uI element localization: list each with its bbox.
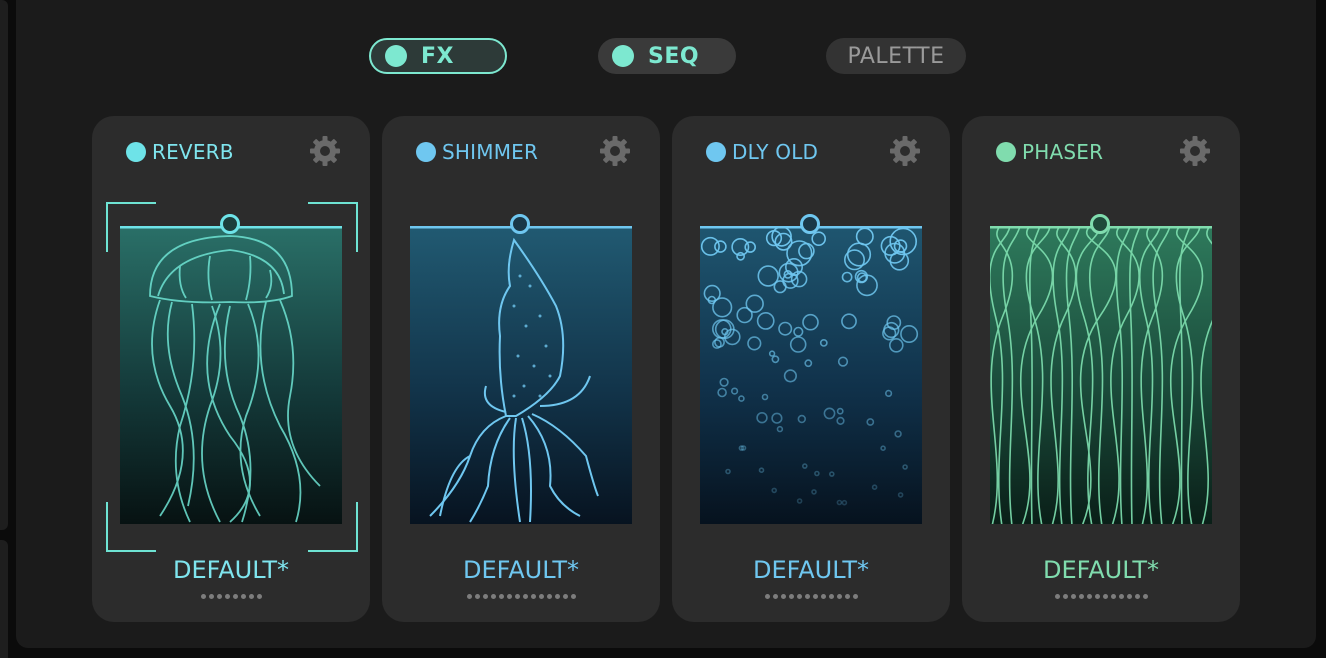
tab-seq[interactable]: SEQ	[598, 38, 736, 74]
preset-name[interactable]: DEFAULT*	[962, 556, 1240, 586]
preset-dot[interactable]	[1062, 594, 1068, 599]
preset-dot[interactable]	[538, 594, 544, 599]
left-panel-edge	[0, 0, 8, 530]
fx-name: DLY OLD	[732, 140, 819, 164]
fx-name: PHASER	[1022, 140, 1104, 164]
preset-dot[interactable]	[466, 594, 472, 599]
preset-dot[interactable]	[1078, 594, 1084, 599]
preset-dot[interactable]	[208, 594, 214, 599]
selection-bracket	[308, 202, 358, 252]
preset-dot[interactable]	[506, 594, 512, 599]
preset-page-dots[interactable]	[382, 594, 660, 602]
preset-dot[interactable]	[224, 594, 230, 599]
left-panel-edge-lower	[0, 540, 8, 658]
preset-dot[interactable]	[820, 594, 826, 599]
preset-dot[interactable]	[1102, 594, 1108, 599]
preset-dot[interactable]	[482, 594, 488, 599]
preset-dot[interactable]	[530, 594, 536, 599]
preset-dot[interactable]	[562, 594, 568, 599]
preset-dot[interactable]	[256, 594, 262, 599]
preset-dot[interactable]	[200, 594, 206, 599]
preset-dot[interactable]	[474, 594, 480, 599]
bubbles-artwork	[700, 226, 922, 524]
squid-artwork	[410, 226, 632, 524]
tab-palette-label: PALETTE	[847, 43, 945, 69]
preset-name[interactable]: DEFAULT*	[92, 556, 370, 586]
fx-slot-header: SHIMMER	[416, 140, 538, 164]
preset-dot[interactable]	[1134, 594, 1140, 599]
gear-icon[interactable]	[1178, 134, 1212, 168]
preset-dot[interactable]	[788, 594, 794, 599]
fx-slot-header: DLY OLD	[706, 140, 818, 164]
preset-dot[interactable]	[1126, 594, 1132, 599]
fx-enabled-led[interactable]	[706, 142, 726, 162]
preset-dot[interactable]	[780, 594, 786, 599]
fx-mix-knob[interactable]	[510, 214, 530, 234]
preset-dot[interactable]	[490, 594, 496, 599]
gear-icon[interactable]	[598, 134, 632, 168]
preset-dot[interactable]	[844, 594, 850, 599]
preset-name[interactable]: DEFAULT*	[382, 556, 660, 586]
fx-mix-knob[interactable]	[220, 214, 240, 234]
tab-fx-label: FX	[421, 43, 454, 69]
preset-dot[interactable]	[1086, 594, 1092, 599]
jellyfish-artwork	[120, 226, 342, 524]
preset-dot[interactable]	[232, 594, 238, 599]
preset-dot[interactable]	[1070, 594, 1076, 599]
tab-fx[interactable]: FX	[369, 38, 507, 74]
preset-name[interactable]: DEFAULT*	[672, 556, 950, 586]
preset-dot[interactable]	[1094, 594, 1100, 599]
fx-enabled-led[interactable]	[126, 142, 146, 162]
gear-icon[interactable]	[308, 134, 342, 168]
fx-slot-header: PHASER	[996, 140, 1103, 164]
preset-dot[interactable]	[498, 594, 504, 599]
fx-slot-header: REVERB	[126, 140, 234, 164]
preset-dot[interactable]	[836, 594, 842, 599]
preset-page-dots[interactable]	[672, 594, 950, 602]
fx-mix-knob[interactable]	[1090, 214, 1110, 234]
selection-bracket	[106, 202, 156, 252]
gear-icon[interactable]	[888, 134, 922, 168]
preset-dot[interactable]	[522, 594, 528, 599]
fx-name: REVERB	[152, 140, 234, 164]
preset-dot[interactable]	[812, 594, 818, 599]
preset-dot[interactable]	[1118, 594, 1124, 599]
tab-palette[interactable]: PALETTE	[826, 38, 966, 74]
preset-dot[interactable]	[1054, 594, 1060, 599]
seaweed-artwork	[990, 226, 1212, 524]
preset-dot[interactable]	[546, 594, 552, 599]
preset-dot[interactable]	[248, 594, 254, 599]
fx-mix-knob[interactable]	[800, 214, 820, 234]
preset-dot[interactable]	[554, 594, 560, 599]
fx-enabled-led[interactable]	[996, 142, 1016, 162]
tab-seq-label: SEQ	[648, 43, 700, 69]
preset-dot[interactable]	[1110, 594, 1116, 599]
preset-dot[interactable]	[240, 594, 246, 599]
fx-name: SHIMMER	[442, 140, 539, 164]
preset-page-dots[interactable]	[962, 594, 1240, 602]
preset-dot[interactable]	[772, 594, 778, 599]
preset-dot[interactable]	[514, 594, 520, 599]
tab-seq-indicator	[612, 45, 634, 67]
preset-dot[interactable]	[828, 594, 834, 599]
preset-dot[interactable]	[216, 594, 222, 599]
preset-dot[interactable]	[570, 594, 576, 599]
preset-dot[interactable]	[804, 594, 810, 599]
preset-dot[interactable]	[764, 594, 770, 599]
tab-fx-indicator	[385, 45, 407, 67]
preset-dot[interactable]	[796, 594, 802, 599]
fx-enabled-led[interactable]	[416, 142, 436, 162]
selection-bracket	[106, 502, 156, 552]
selection-bracket	[308, 502, 358, 552]
preset-dot[interactable]	[852, 594, 858, 599]
preset-page-dots[interactable]	[92, 594, 370, 602]
preset-dot[interactable]	[1142, 594, 1148, 599]
